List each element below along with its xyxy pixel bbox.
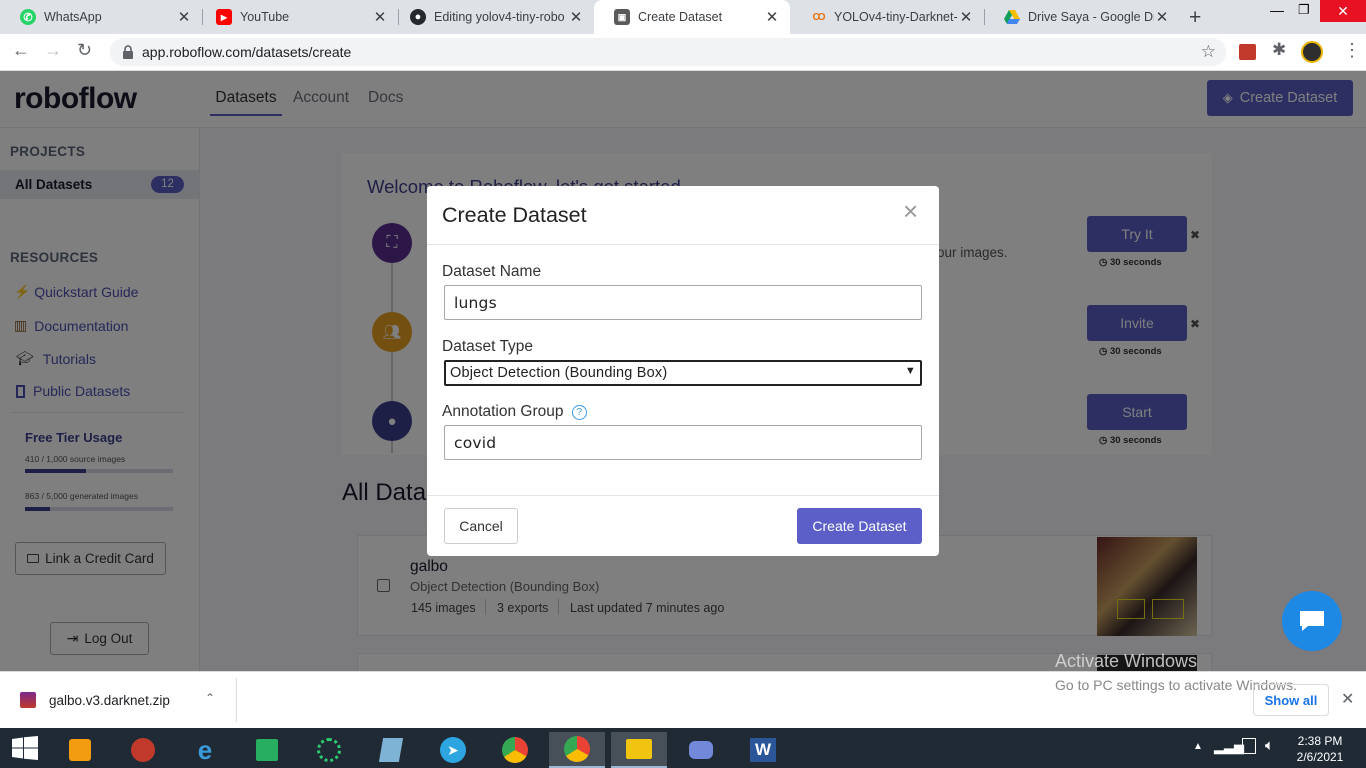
close-icon[interactable]: ✕ [568,8,584,26]
store-icon[interactable] [239,732,295,768]
clock-time: 2:38 PM [1297,734,1343,748]
whatsapp-icon: ✆ [20,9,36,25]
help-icon[interactable]: ? [571,405,587,420]
dataset-name-label: Dataset Name [442,263,542,280]
cancel-button[interactable]: Cancel [444,508,518,544]
extension-icon[interactable] [1239,44,1256,60]
dataset-type-select[interactable]: Object Detection (Bounding Box) ▼ [444,360,922,386]
browser-tab-strip: ✆ WhatsApp ✕ ▶ YouTube ✕ ● Editing yolov… [0,0,1366,34]
annotation-group-label: Annotation Group [442,403,564,420]
address-bar[interactable]: app.roboflow.com/datasets/create ☆ [110,38,1226,66]
colab-icon: CO [812,11,826,23]
annotation-group-label-row: Annotation Group ? [442,403,587,421]
show-all-downloads-button[interactable]: Show all [1253,684,1329,716]
bookmark-star-icon[interactable]: ☆ [1201,42,1216,62]
dataset-type-label: Dataset Type [442,338,534,355]
telegram-icon[interactable]: ➤ [425,732,481,768]
url-text: app.roboflow.com/datasets/create [142,44,352,60]
create-dataset-submit-button[interactable]: Create Dataset [797,508,922,544]
tab-title: Create Dataset [638,10,723,24]
sync-app-icon[interactable] [301,732,357,768]
close-icon[interactable]: ✕ [958,8,974,26]
file-explorer-icon[interactable] [611,732,667,768]
chat-widget-button[interactable] [1282,591,1342,651]
window-close-icon[interactable]: ✕ [1320,0,1366,22]
close-icon[interactable]: ✕ [176,8,192,26]
word-icon[interactable]: W [735,732,791,768]
modal-header-divider [427,244,939,245]
dataset-name-value: lungs [454,293,497,312]
modal-close-icon[interactable]: × [903,196,918,227]
puzzle-extensions-icon[interactable]: ✱ [1272,40,1286,60]
chrome-active-icon[interactable] [549,732,605,768]
tab-create-dataset[interactable]: ▣ Create Dataset ✕ [594,0,790,34]
notes-app-icon[interactable] [363,732,419,768]
tab-google-drive[interactable]: Drive Saya - Google Driv ✕ [984,0,1180,34]
restore-icon[interactable]: ❐ [1298,2,1310,18]
tab-title: Drive Saya - Google Driv [1028,10,1154,24]
back-icon[interactable]: ← [12,40,30,61]
tab-colab[interactable]: CO YOLOv4-tiny-Darknet-Ro ✕ [790,0,984,34]
discord-icon[interactable] [673,732,729,768]
tab-github[interactable]: ● Editing yolov4-tiny-robo ✕ [390,0,594,34]
browser-toolbar: ← → ↻ app.roboflow.com/datasets/create ☆… [0,34,1366,71]
forward-icon[interactable]: → [44,40,62,61]
clock-date: 2/6/2021 [1296,750,1344,764]
archive-file-icon [20,692,36,708]
dataset-name-input[interactable]: lungs [444,285,922,320]
modal-footer-divider [427,495,939,496]
lock-icon [123,45,133,59]
github-icon: ● [410,9,426,25]
create-dataset-modal: Create Dataset × Dataset Name lungs Data… [427,186,939,556]
minimize-icon[interactable]: — [1270,2,1284,18]
volume-icon[interactable]: 🔈︎ [1265,737,1274,754]
google-drive-icon [1004,9,1020,25]
windows-start-icon[interactable] [12,736,38,765]
tab-title: Editing yolov4-tiny-robo [434,10,565,24]
download-filename[interactable]: galbo.v3.darknet.zip [49,693,170,708]
internet-explorer-icon[interactable]: e [177,732,233,768]
close-icon[interactable]: ✕ [1154,8,1170,26]
tab-title: YouTube [240,10,290,24]
chevron-down-icon: ▼ [904,365,916,377]
annotation-group-value: covid [454,433,497,452]
download-bar: galbo.v3.darknet.zip ⌃ Go to PC settings… [0,671,1366,728]
robot-icon: ▣ [614,9,630,25]
tab-whatsapp[interactable]: ✆ WhatsApp ✕ [0,0,202,34]
dataset-type-value: Object Detection (Bounding Box) [450,365,668,381]
close-icon[interactable]: ✕ [764,8,780,26]
annotation-group-input[interactable]: covid [444,425,922,460]
chat-icon [1300,611,1324,631]
close-download-bar-icon[interactable]: ✕ [1341,689,1354,709]
tab-title: YOLOv4-tiny-Darknet-Ro [834,10,958,24]
youtube-icon: ▶ [216,9,232,25]
tab-youtube[interactable]: ▶ YouTube ✕ [196,0,398,34]
game-app-icon[interactable] [115,732,171,768]
tray-chevron-icon[interactable]: ▲ [1193,741,1203,752]
reload-icon[interactable]: ↻ [77,40,92,61]
media-player-icon[interactable] [52,732,108,768]
action-center-icon[interactable] [1242,738,1256,754]
activation-watermark-title: Activate Windows [1055,651,1198,671]
new-tab-icon[interactable]: + [1189,6,1201,30]
menu-kebab-icon[interactable]: ⋮ [1343,40,1361,61]
windows-taskbar: e ➤ W ▲ ▂▃▅ 🔈︎ 2:38 PM 2/6/2021 [0,728,1366,768]
divider [236,678,237,722]
network-icon[interactable]: ▂▃▅ [1214,739,1244,755]
close-icon[interactable]: ✕ [372,8,388,26]
modal-title: Create Dataset [442,203,587,227]
clock[interactable]: 2:38 PM 2/6/2021 [1290,733,1350,765]
chevron-up-icon[interactable]: ⌃ [205,691,215,705]
chrome-icon[interactable] [487,732,543,768]
profile-avatar[interactable] [1301,41,1323,63]
tab-title: WhatsApp [44,10,102,24]
